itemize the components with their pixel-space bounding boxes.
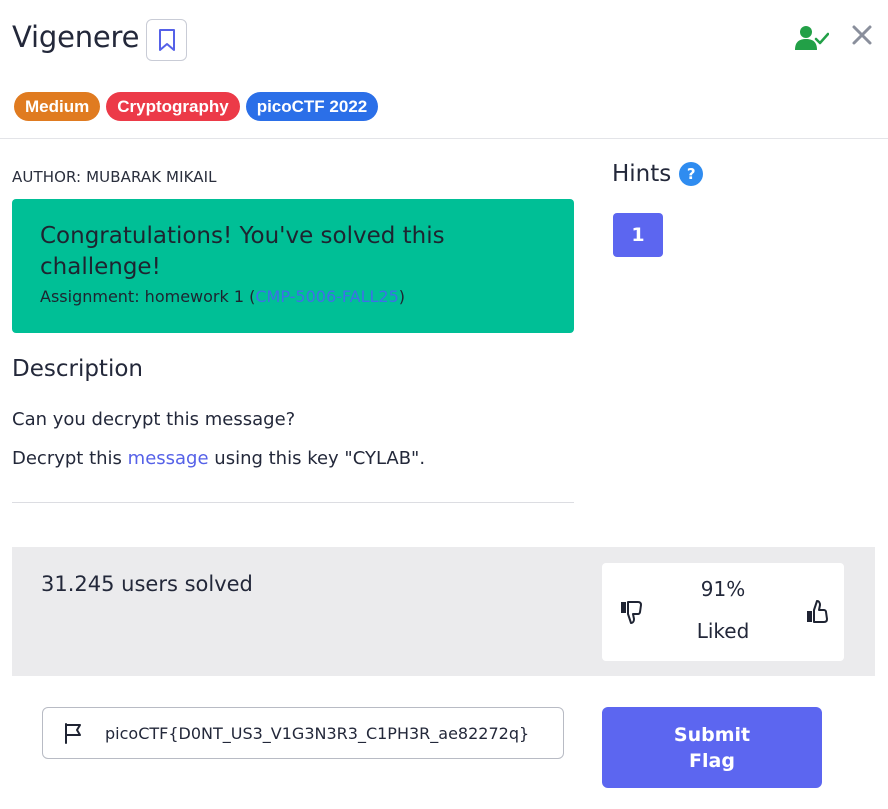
header-divider <box>0 138 888 139</box>
submit-label-line-1: Submit <box>673 723 751 746</box>
assignment-prefix: Assignment: homework 1 ( <box>40 287 256 306</box>
help-icon[interactable]: ? <box>679 162 704 186</box>
message-link[interactable]: message <box>128 448 209 469</box>
assignment-link[interactable]: CMP-5006-FALL25 <box>255 287 398 306</box>
thumbs-up-icon[interactable] <box>804 599 830 625</box>
description-line-2: Decrypt this message using this key "CYL… <box>12 448 425 469</box>
flag-field[interactable] <box>42 707 564 759</box>
hints-heading: Hints ? <box>612 161 704 187</box>
assignment-suffix: ) <box>398 287 406 306</box>
description-divider <box>12 502 574 503</box>
hints-title: Hints <box>612 161 672 187</box>
tag-category[interactable]: Cryptography <box>106 92 240 121</box>
hint-button-1[interactable]: 1 <box>613 213 663 257</box>
close-icon <box>852 25 872 45</box>
challenge-title: Vigenere <box>12 20 140 54</box>
submit-label-line-2: Flag <box>689 749 735 772</box>
stats-panel: 31.245 users solved 91% Liked <box>12 547 875 676</box>
description-line-2-prefix: Decrypt this <box>12 448 128 469</box>
flag-icon <box>65 723 81 744</box>
tag-difficulty[interactable]: Medium <box>14 92 101 121</box>
description-line-2-suffix: using this key "CYLAB". <box>208 448 426 469</box>
assignment-info: Assignment: homework 1 (CMP-5006-FALL25) <box>40 287 546 306</box>
tag-event[interactable]: picoCTF 2022 <box>245 92 379 121</box>
bookmark-button[interactable] <box>146 19 187 61</box>
liked-percent: 91% <box>700 577 746 601</box>
description-line-1: Can you decrypt this message? <box>12 409 296 430</box>
tag-list: Medium Cryptography picoCTF 2022 <box>14 92 379 121</box>
rating-card: 91% Liked <box>602 563 844 661</box>
user-check-icon <box>795 26 829 50</box>
bookmark-icon <box>158 29 175 51</box>
close-button[interactable] <box>848 21 876 49</box>
solved-banner: Congratulations! You've solved this chal… <box>12 199 574 333</box>
submit-flag-label: Submit Flag <box>667 722 757 774</box>
description-heading: Description <box>12 356 143 382</box>
solved-banner-title: Congratulations! You've solved this chal… <box>40 223 445 280</box>
flag-input[interactable] <box>105 723 545 743</box>
author-label: AUTHOR: MUBARAK MIKAIL <box>12 168 217 186</box>
solved-count: 31.245 users solved <box>41 572 253 596</box>
submit-flag-button[interactable]: Submit Flag <box>602 707 822 788</box>
